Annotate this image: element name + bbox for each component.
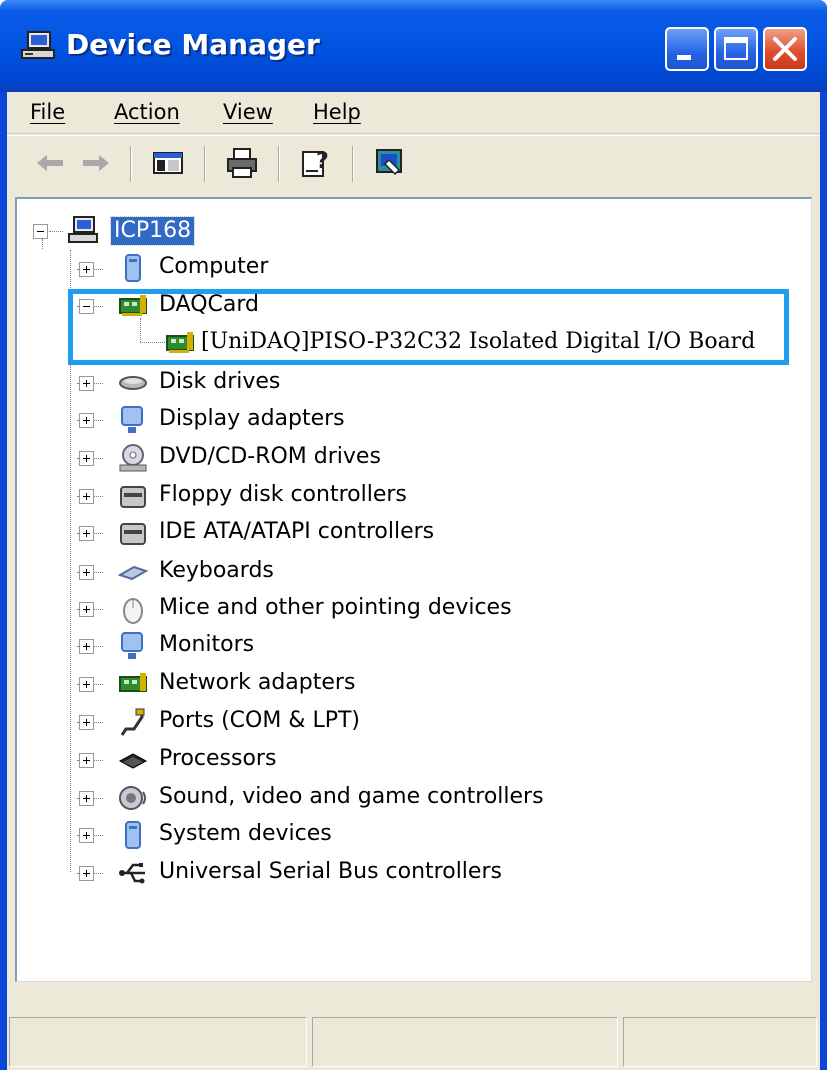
- expand-toggle-monitors[interactable]: [79, 639, 94, 654]
- expand-toggle-dvd-cdrom[interactable]: [79, 451, 94, 466]
- maximize-button[interactable]: [714, 27, 758, 71]
- monitor-icon: [121, 632, 143, 659]
- expand-toggle-mice[interactable]: [79, 602, 94, 617]
- tree-connector: [42, 239, 43, 249]
- title-bar[interactable]: Device Manager: [0, 0, 827, 92]
- device-manager-icon: [21, 31, 55, 59]
- floppy-controller-icon: [120, 486, 146, 508]
- tree-node-display-adapters[interactable]: Display adapters: [159, 406, 345, 431]
- toolbar-separator: [130, 146, 132, 182]
- usb-icon: [119, 863, 145, 884]
- computer-icon: [125, 254, 141, 282]
- sound-icon: [119, 786, 146, 810]
- ide-controller-icon: [120, 523, 146, 545]
- disk-drive-icon: [119, 376, 147, 390]
- tree-node-ports[interactable]: Ports (COM & LPT): [159, 708, 360, 733]
- tree-root-label[interactable]: ICP168: [109, 216, 196, 246]
- mouse-icon: [123, 598, 143, 624]
- display-adapter-icon: [121, 406, 143, 433]
- help-icon[interactable]: ?: [299, 146, 333, 180]
- computer-root-icon: [68, 216, 98, 243]
- port-icon: [120, 708, 145, 736]
- processor-icon: [118, 753, 148, 769]
- tree-node-system-devices[interactable]: System devices: [159, 821, 332, 846]
- menu-help[interactable]: Help: [313, 100, 361, 124]
- keyboard-icon: [118, 565, 148, 581]
- toolbar-separator: [204, 146, 206, 182]
- expand-toggle-ports[interactable]: [79, 715, 94, 730]
- cdrom-icon: [119, 444, 147, 472]
- tree-node-dvd-cdrom[interactable]: DVD/CD-ROM drives: [159, 444, 381, 469]
- tree-node-floppy[interactable]: Floppy disk controllers: [159, 482, 407, 507]
- close-icon: [773, 37, 797, 61]
- expand-toggle-computer[interactable]: [79, 262, 94, 277]
- toolbar-separator: [278, 146, 280, 182]
- tree-node-network-adapters[interactable]: Network adapters: [159, 670, 355, 695]
- tree-node-computer[interactable]: Computer: [159, 254, 268, 279]
- expand-toggle-usb[interactable]: [79, 866, 94, 881]
- tree-node-sound[interactable]: Sound, video and game controllers: [159, 784, 544, 809]
- expand-toggle-disk-drives[interactable]: [79, 376, 94, 391]
- status-panel: [623, 1017, 817, 1067]
- root-collapse-toggle[interactable]: [33, 224, 48, 239]
- status-panel: [9, 1017, 307, 1067]
- tree-node-ide[interactable]: IDE ATA/ATAPI controllers: [159, 519, 434, 544]
- device-manager-window: Device Manager File Action View Help ? I…: [0, 0, 827, 1070]
- expand-toggle-network-adapters[interactable]: [79, 677, 94, 692]
- tree-node-usb[interactable]: Universal Serial Bus controllers: [159, 859, 502, 884]
- close-button[interactable]: [763, 27, 807, 71]
- toolbar: ?: [7, 135, 820, 193]
- tree-connector: [49, 231, 63, 232]
- maximize-icon: [724, 37, 748, 60]
- menu-file[interactable]: File: [30, 100, 65, 124]
- menu-view[interactable]: View: [223, 100, 273, 124]
- expand-toggle-system-devices[interactable]: [79, 828, 94, 843]
- tree-node-processors[interactable]: Processors: [159, 746, 276, 771]
- window-title: Device Manager: [66, 28, 320, 61]
- expand-toggle-sound[interactable]: [79, 791, 94, 806]
- menu-action[interactable]: Action: [114, 100, 180, 124]
- highlight-annotation-box: [68, 289, 789, 365]
- status-panel: [312, 1017, 618, 1067]
- back-icon[interactable]: [33, 146, 67, 180]
- print-icon[interactable]: [225, 146, 259, 180]
- toolbar-separator: [352, 146, 354, 182]
- minimize-icon: [677, 55, 691, 60]
- expand-toggle-floppy[interactable]: [79, 489, 94, 504]
- forward-icon[interactable]: [79, 146, 113, 180]
- expand-toggle-display-adapters[interactable]: [79, 413, 94, 428]
- tree-node-mice[interactable]: Mice and other pointing devices: [159, 595, 512, 620]
- system-device-icon: [125, 821, 141, 849]
- tree-node-keyboards[interactable]: Keyboards: [159, 558, 274, 583]
- network-adapter-icon: [119, 673, 147, 692]
- minimize-button[interactable]: [665, 27, 709, 71]
- tree-node-disk-drives[interactable]: Disk drives: [159, 369, 280, 394]
- show-hide-console-tree-icon[interactable]: [151, 146, 185, 180]
- expand-toggle-ide[interactable]: [79, 526, 94, 541]
- status-bar: [7, 995, 820, 1070]
- menu-bar: File Action View Help: [7, 92, 820, 134]
- expand-toggle-processors[interactable]: [79, 753, 94, 768]
- expand-toggle-keyboards[interactable]: [79, 565, 94, 580]
- properties-icon[interactable]: [373, 146, 407, 180]
- tree-node-monitors[interactable]: Monitors: [159, 632, 254, 657]
